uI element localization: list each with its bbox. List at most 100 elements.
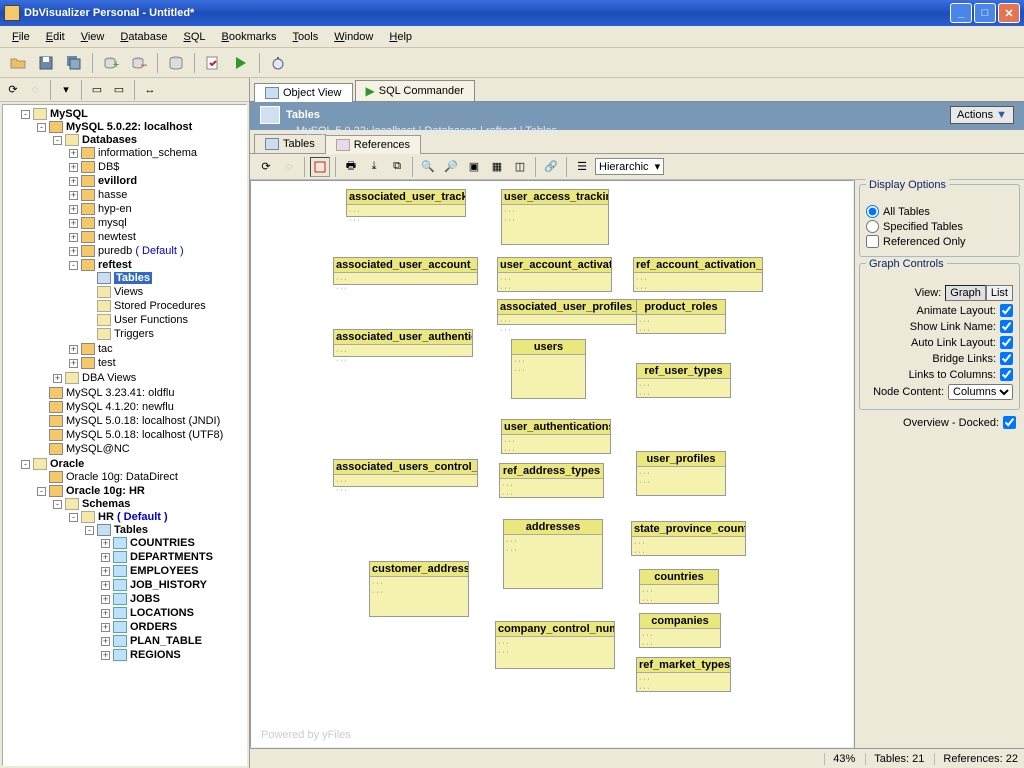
tree-item[interactable]: MySQL 4.1.20: newflu xyxy=(37,401,244,413)
collapse-icon[interactable]: - xyxy=(85,526,94,535)
view-list-button[interactable]: List xyxy=(986,285,1013,301)
expand-icon[interactable]: + xyxy=(69,149,78,158)
collapse-icon[interactable]: - xyxy=(21,110,30,119)
expand-icon[interactable]: + xyxy=(69,359,78,368)
collapse-icon[interactable]: - xyxy=(21,460,30,469)
expand-icon[interactable]: + xyxy=(101,567,110,576)
tree-item[interactable]: + hasse xyxy=(69,189,244,201)
expand-icon[interactable]: + xyxy=(101,651,110,660)
tree-item[interactable]: + PLAN_TABLE xyxy=(101,635,244,647)
expand-icon[interactable]: + xyxy=(69,191,78,200)
layout-icon[interactable]: ☰ xyxy=(572,157,592,177)
tree-item[interactable]: + information_schema xyxy=(69,147,244,159)
er-table-user_authentications[interactable]: user_authentications· · ·· · · xyxy=(501,419,611,454)
tree-item[interactable]: + hyp-en xyxy=(69,203,244,215)
er-table-state_province_countyt[interactable]: state_province_countyt· · ·· · · xyxy=(631,521,746,556)
refresh-icon[interactable]: ⟳ xyxy=(256,157,276,177)
zoom-sel-icon[interactable]: ◫ xyxy=(510,157,530,177)
expand-icon[interactable]: + xyxy=(101,553,110,562)
layout-select[interactable]: Hierarchic ▾ xyxy=(595,158,664,175)
db-list-icon[interactable] xyxy=(164,51,188,75)
tree-item[interactable]: + JOB_HISTORY xyxy=(101,579,244,591)
tree-item[interactable]: + DB$ xyxy=(69,161,244,173)
collapse-icon[interactable]: - xyxy=(53,500,62,509)
er-table-associated_user_authentications[interactable]: associated_user_authentications· · ·· · … xyxy=(333,329,473,357)
er-table-product_roles[interactable]: product_roles· · ·· · · xyxy=(636,299,726,334)
stop-icon[interactable]: ◌ xyxy=(279,157,299,177)
opt-all-tables[interactable]: All Tables xyxy=(866,205,1013,218)
link-icon[interactable]: 🔗 xyxy=(541,157,561,177)
maximize-button[interactable]: □ xyxy=(974,3,996,23)
tree-item[interactable]: + REGIONS xyxy=(101,649,244,661)
chk-overview[interactable] xyxy=(1003,416,1016,429)
tree-item[interactable]: + COUNTRIES xyxy=(101,537,244,549)
tree-item[interactable]: + evillord xyxy=(69,175,244,187)
menu-bookmarks[interactable]: Bookmarks xyxy=(214,29,285,45)
tree-item[interactable]: - HR ( Default ) xyxy=(69,511,244,523)
er-table-customer_addresses[interactable]: customer_addresses· · ·· · · xyxy=(369,561,469,617)
zoom-100-icon[interactable]: ▦ xyxy=(487,157,507,177)
expand-icon[interactable]: ▭ xyxy=(110,81,128,99)
menu-sql[interactable]: SQL xyxy=(175,29,213,45)
menu-help[interactable]: Help xyxy=(381,29,420,45)
er-table-associated_user_tracking[interactable]: associated_user_tracking· · ·· · · xyxy=(346,189,466,217)
expand-icon[interactable]: + xyxy=(101,581,110,590)
expand-icon[interactable]: + xyxy=(69,233,78,242)
chk-links-cols[interactable] xyxy=(1000,368,1013,381)
collapse-icon[interactable]: - xyxy=(69,513,78,522)
fit-icon[interactable]: ▣ xyxy=(464,157,484,177)
funnel-icon[interactable]: ▾ xyxy=(57,81,75,99)
collapse-icon[interactable]: - xyxy=(37,487,46,496)
tree-item[interactable]: + newtest xyxy=(69,231,244,243)
subtab-references[interactable]: References xyxy=(325,135,421,154)
menu-view[interactable]: View xyxy=(73,29,113,45)
menu-tools[interactable]: Tools xyxy=(285,29,327,45)
er-table-ref_market_types[interactable]: ref_market_types· · ·· · · xyxy=(636,657,731,692)
tree-item[interactable]: Tables xyxy=(85,272,244,284)
collapse-icon[interactable]: ▭ xyxy=(88,81,106,99)
filter-off-icon[interactable]: ◌ xyxy=(26,81,44,99)
chk-autolink[interactable] xyxy=(1000,336,1013,349)
refresh-icon[interactable]: ⟳ xyxy=(4,81,22,99)
zoom-in-icon[interactable]: 🔍 xyxy=(418,157,438,177)
copy-icon[interactable]: ⧉ xyxy=(387,157,407,177)
tree-item[interactable]: MySQL@NC xyxy=(37,443,244,455)
er-table-ref_account_activation_types[interactable]: ref_account_activation_types· · ·· · · xyxy=(633,257,763,292)
chk-bridge[interactable] xyxy=(1000,352,1013,365)
er-table-associated_user_profiles_product_roles[interactable]: associated_user_profiles_product_roles· … xyxy=(497,299,642,325)
tree-item[interactable]: User Functions xyxy=(85,314,244,326)
collapse-icon[interactable]: - xyxy=(53,136,62,145)
tree-item[interactable]: MySQL 3.23.41: oldflu xyxy=(37,387,244,399)
tree-item[interactable]: - Databases xyxy=(53,134,244,146)
er-table-associated_users_control_numbers[interactable]: associated_users_control_numbers· · ·· ·… xyxy=(333,459,478,487)
tree-item[interactable]: - Oracle 10g: HR xyxy=(37,485,244,497)
expand-icon[interactable]: + xyxy=(53,374,62,383)
collapse-icon[interactable]: - xyxy=(69,261,78,270)
tree-item[interactable]: - MySQL 5.0.22: localhost xyxy=(37,121,244,133)
menu-database[interactable]: Database xyxy=(112,29,175,45)
expand-icon[interactable]: + xyxy=(101,623,110,632)
tree-item[interactable]: Views xyxy=(85,286,244,298)
print-icon[interactable]: 🖶 xyxy=(341,157,361,177)
expand-icon[interactable]: + xyxy=(69,205,78,214)
view-graph-button[interactable]: Graph xyxy=(945,285,986,301)
close-button[interactable]: ✕ xyxy=(998,3,1020,23)
er-table-user_profiles[interactable]: user_profiles· · ·· · · xyxy=(636,451,726,496)
er-table-ref_user_types[interactable]: ref_user_types· · ·· · · xyxy=(636,363,731,398)
tree-item[interactable]: + DBA Views xyxy=(53,372,244,384)
select-mode-icon[interactable] xyxy=(310,157,330,177)
tree-item[interactable]: Stored Procedures xyxy=(85,300,244,312)
er-table-ref_address_types[interactable]: ref_address_types· · ·· · · xyxy=(499,463,604,498)
add-db-icon[interactable]: + xyxy=(99,51,123,75)
sync-icon[interactable]: ↔ xyxy=(141,81,159,99)
tree-item[interactable]: - Schemas xyxy=(53,498,244,510)
tree-item[interactable]: + DEPARTMENTS xyxy=(101,551,244,563)
chk-animate[interactable] xyxy=(1000,304,1013,317)
tree-item[interactable]: + LOCATIONS xyxy=(101,607,244,619)
expand-icon[interactable]: + xyxy=(69,247,78,256)
commit-icon[interactable] xyxy=(201,51,225,75)
menu-file[interactable]: File xyxy=(4,29,38,45)
tree-item[interactable]: MySQL 5.0.18: localhost (UTF8) xyxy=(37,429,244,441)
minimize-button[interactable]: _ xyxy=(950,3,972,23)
expand-icon[interactable]: + xyxy=(69,345,78,354)
